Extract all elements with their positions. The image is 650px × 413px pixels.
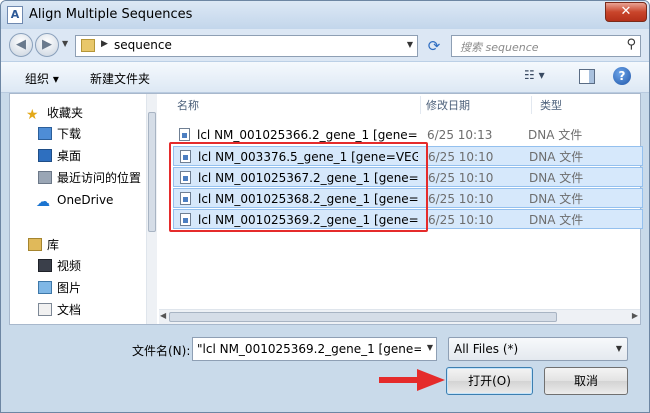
title-bar: A Align Multiple Sequences ✕: [1, 1, 649, 29]
close-button[interactable]: ✕: [605, 2, 647, 22]
horizontal-scrollbar-thumb[interactable]: [169, 312, 557, 322]
sidebar-item-label: 下载: [57, 127, 82, 141]
app-icon: A: [7, 6, 23, 24]
file-type: DNA 文件: [529, 192, 584, 206]
forward-button[interactable]: ▶: [35, 33, 59, 57]
views-button[interactable]: ☷ ▾: [524, 68, 562, 86]
back-button[interactable]: ◀: [9, 33, 33, 57]
search-placeholder: 搜索 sequence: [460, 41, 539, 54]
file-date: 6/25 10:10: [428, 213, 494, 227]
sidebar-item-label: 图片: [57, 281, 82, 295]
filename-value[interactable]: "lcl NM_001025369.2_gene_1 [gene=VEG: [197, 342, 421, 356]
preview-pane-icon[interactable]: [579, 69, 595, 84]
sidebar-scrollbar-thumb[interactable]: [148, 112, 156, 232]
navigation-bar: ◀ ▶ ▼ ▶ sequence ▼ ⟳ 搜索 sequence ⚲: [1, 29, 649, 61]
highlight-annotation-box: [169, 142, 428, 232]
column-header-date[interactable]: 修改日期: [426, 96, 470, 116]
sidebar-item-label: 桌面: [57, 149, 82, 163]
column-header-name[interactable]: 名称: [177, 96, 199, 116]
address-dropdown-icon[interactable]: ▼: [407, 40, 413, 49]
sidebar-item-pictures[interactable]: 图片: [38, 278, 81, 298]
sidebar-item-label: 收藏夹: [47, 106, 84, 120]
onedrive-icon: ☁: [36, 194, 50, 210]
column-header-type[interactable]: 类型: [540, 96, 562, 116]
folder-icon: [81, 39, 95, 52]
command-bar: 组织 ▾ 新建文件夹 ☷ ▾ ?: [1, 61, 649, 93]
column-divider[interactable]: [531, 96, 532, 114]
file-type: DNA 文件: [529, 150, 584, 164]
search-input[interactable]: 搜索 sequence ⚲: [451, 35, 641, 57]
filetype-select[interactable]: All Files (*) ▼: [448, 337, 628, 361]
sidebar-item-label: OneDrive: [57, 193, 114, 207]
sidebar-item-videos[interactable]: 视频: [38, 256, 81, 276]
sidebar-item-downloads[interactable]: 下载: [38, 124, 81, 144]
help-icon[interactable]: ?: [613, 67, 631, 85]
pictures-icon: [38, 281, 52, 294]
library-icon: [28, 238, 42, 251]
sidebar-item-onedrive[interactable]: ☁ OneDrive: [36, 190, 113, 210]
new-folder-button[interactable]: 新建文件夹: [90, 70, 150, 87]
navigation-pane: ★ 收藏夹 下载 桌面 最近访问的位置 ☁ OneDrive 库 视频 图片 文档: [10, 94, 157, 324]
sidebar-item-label: 库: [47, 238, 60, 252]
file-date: 6/25 10:10: [428, 150, 494, 164]
sidebar-item-label: 文档: [57, 303, 82, 317]
cancel-button[interactable]: 取消: [544, 367, 628, 395]
scroll-left-icon[interactable]: ◀: [160, 311, 166, 320]
address-bar[interactable]: ▶ sequence ▼: [75, 35, 418, 57]
search-icon[interactable]: ⚲: [626, 37, 636, 52]
views-dropdown-icon: ▾: [538, 68, 545, 82]
sidebar-item-favorites[interactable]: ★ 收藏夹: [26, 103, 83, 123]
sidebar-item-desktop[interactable]: 桌面: [38, 146, 81, 166]
file-date: 6/25 10:10: [428, 171, 494, 185]
column-divider[interactable]: [420, 96, 421, 114]
breadcrumb-separator-icon[interactable]: ▶: [101, 39, 108, 49]
refresh-icon[interactable]: ⟳: [424, 36, 444, 56]
file-type: DNA 文件: [529, 171, 584, 185]
organize-menu[interactable]: 组织 ▾: [25, 70, 59, 87]
recent-locations-dropdown[interactable]: ▼: [62, 39, 68, 48]
file-date: 6/25 10:13: [427, 128, 493, 142]
scroll-right-icon[interactable]: ▶: [632, 311, 638, 320]
filetype-value: All Files (*): [454, 342, 519, 356]
open-button[interactable]: 打开(O): [446, 367, 533, 395]
sidebar-item-label: 最近访问的位置: [57, 171, 142, 185]
sidebar-item-libraries[interactable]: 库: [28, 235, 59, 255]
recent-places-icon: [38, 171, 52, 184]
open-file-dialog: A Align Multiple Sequences ✕ ◀ ▶ ▼ ▶ seq…: [0, 0, 650, 413]
sidebar-item-label: 视频: [57, 259, 82, 273]
sidebar-item-documents[interactable]: 文档: [38, 300, 81, 320]
downloads-icon: [38, 127, 52, 140]
file-type: DNA 文件: [528, 128, 583, 142]
breadcrumb-sequence[interactable]: sequence: [114, 38, 172, 52]
horizontal-scrollbar[interactable]: ◀ ▶: [159, 309, 640, 324]
window-title: Align Multiple Sequences: [29, 7, 193, 22]
dna-file-icon: [179, 128, 190, 141]
documents-icon: [38, 303, 52, 316]
views-icon: ☷: [524, 68, 535, 82]
desktop-icon: [38, 149, 52, 162]
videos-icon: [38, 259, 52, 272]
filetype-dropdown-icon: ▼: [615, 344, 622, 353]
filename-dropdown-icon[interactable]: ▼: [427, 343, 433, 352]
sidebar-item-recent-places[interactable]: 最近访问的位置: [38, 168, 141, 188]
filename-input[interactable]: "lcl NM_001025369.2_gene_1 [gene=VEG ▼: [192, 337, 437, 361]
file-date: 6/25 10:10: [428, 192, 494, 206]
red-arrow-annotation: [379, 369, 445, 391]
sidebar-scrollbar[interactable]: [146, 94, 157, 324]
star-icon: ★: [26, 107, 39, 123]
filename-label: 文件名(N):: [132, 344, 191, 358]
file-type: DNA 文件: [529, 213, 584, 227]
